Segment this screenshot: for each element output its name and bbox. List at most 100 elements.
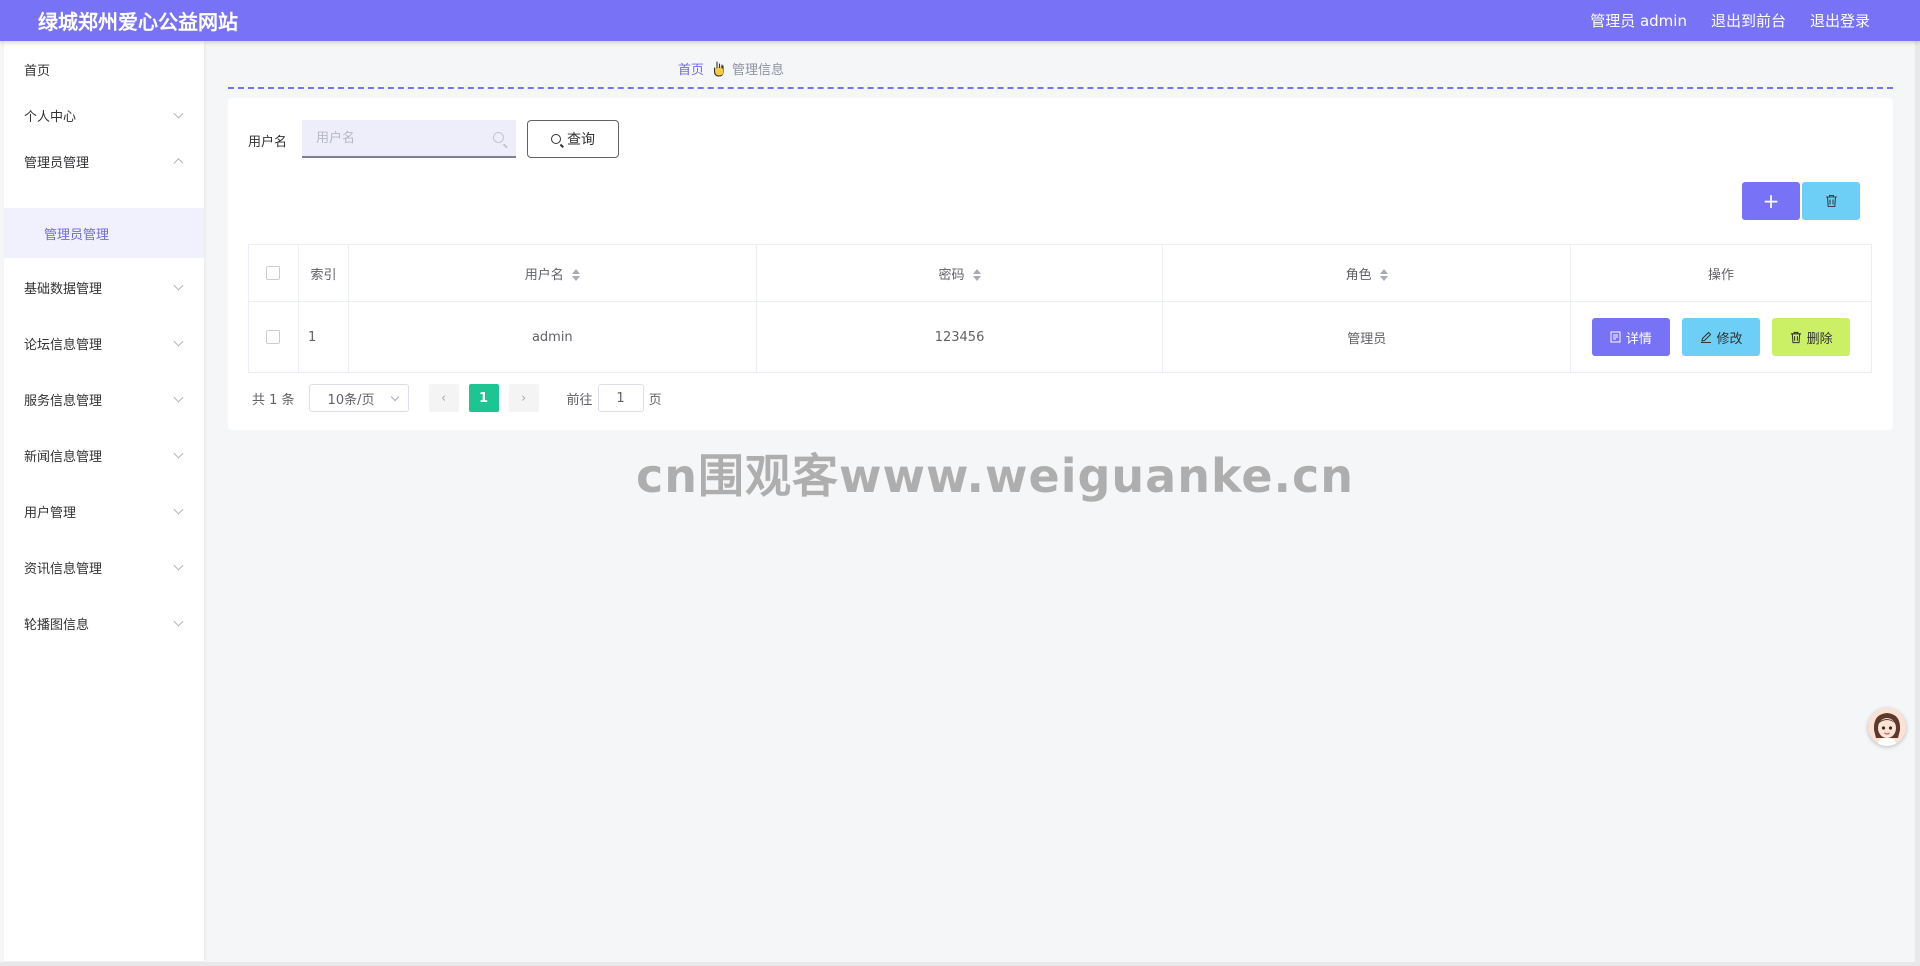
topbar-actions: 管理员 admin 退出到前台 退出登录 <box>1590 10 1870 31</box>
top-navbar: 绿城郑州爱心公益网站 管理员 admin 退出到前台 退出登录 <box>0 0 1920 41</box>
search-label: 用户名 <box>248 135 288 150</box>
breadcrumb: 首页 管理信息 <box>678 59 784 78</box>
breadcrumb-home-link[interactable]: 首页 <box>678 59 704 78</box>
edit-pencil-icon <box>1700 331 1711 343</box>
pagination-total: 共 1 条 <box>252 392 295 408</box>
sidebar-item-label: 轮播图信息 <box>24 617 90 633</box>
sidebar-item-information[interactable]: 资讯信息管理 <box>4 539 204 595</box>
edit-button-label: 修改 <box>1716 331 1743 347</box>
sidebar-subitem-label: 管理员管理 <box>44 227 110 243</box>
select-all-checkbox[interactable] <box>266 266 281 280</box>
chevron-down-icon <box>173 504 184 515</box>
table-row: 1 admin 123456 管理员 详情 修改 删除 <box>248 301 1872 373</box>
pointing-hand-icon <box>713 60 724 77</box>
column-header-role[interactable]: 角色 <box>1162 244 1572 302</box>
sidebar-item-forum[interactable]: 论坛信息管理 <box>4 315 204 371</box>
search-box <box>302 120 516 158</box>
sidebar-item-users[interactable]: 用户管理 <box>4 483 204 539</box>
sidebar-item-label: 用户管理 <box>24 505 77 521</box>
batch-delete-button[interactable] <box>1802 182 1860 220</box>
window-frame-edge <box>0 962 1920 966</box>
sidebar-item-basic-data[interactable]: 基础数据管理 <box>4 259 204 315</box>
delete-button-label: 删除 <box>1806 331 1833 347</box>
sidebar-item-label: 个人中心 <box>24 109 77 125</box>
column-header-label: 角色 <box>1345 267 1372 283</box>
sort-icon[interactable] <box>1379 269 1388 281</box>
page-size-value: 10条/页 <box>327 392 375 408</box>
chevron-down-icon <box>173 448 184 459</box>
column-header-label: 密码 <box>938 267 965 283</box>
main-panel: 用户名 查询 + 索引 用户名 <box>228 98 1893 430</box>
delete-button[interactable]: 删除 <box>1772 318 1851 356</box>
admin-user-label: 管理员 admin <box>1590 12 1687 30</box>
add-button[interactable]: + <box>1742 182 1800 220</box>
chevron-left-icon: ‹ <box>440 390 447 406</box>
page-number-button[interactable]: 1 <box>468 384 499 412</box>
chevron-down-icon <box>390 392 399 402</box>
detail-button[interactable]: 详情 <box>1591 318 1670 356</box>
plus-icon: + <box>1762 189 1780 213</box>
sidebar: 首页 个人中心 管理员管理 管理员管理 基础数据管理 论坛信息管理 服务信息管理… <box>4 41 204 961</box>
sidebar-subitem-admin-management[interactable]: 管理员管理 <box>4 208 204 258</box>
sidebar-item-label: 新闻信息管理 <box>24 449 103 465</box>
sidebar-item-news[interactable]: 新闻信息管理 <box>4 427 204 483</box>
assistant-avatar[interactable] <box>1868 708 1906 746</box>
pagination: 共 1 条 10条/页 ‹ 1 › 前往 页 <box>252 384 662 412</box>
sidebar-item-label: 管理员管理 <box>24 155 90 171</box>
sidebar-item-label: 资讯信息管理 <box>24 561 103 577</box>
edit-button[interactable]: 修改 <box>1682 318 1761 356</box>
chevron-right-icon: › <box>520 390 527 406</box>
column-header-label: 用户名 <box>524 267 564 283</box>
cell-actions: 详情 修改 删除 <box>1570 301 1872 373</box>
goto-page-input[interactable] <box>597 384 644 412</box>
row-checkbox[interactable] <box>266 330 281 344</box>
column-header-actions: 操作 <box>1570 244 1872 302</box>
cell-index: 1 <box>297 301 349 373</box>
select-all-cell <box>248 244 299 302</box>
sort-icon[interactable] <box>571 269 580 281</box>
chevron-down-icon <box>173 616 184 627</box>
sidebar-item-service[interactable]: 服务信息管理 <box>4 371 204 427</box>
exit-to-front-link[interactable]: 退出到前台 <box>1711 10 1786 31</box>
goto-suffix: 页 <box>648 392 662 408</box>
avatar-face-icon <box>1873 713 1901 746</box>
cell-password: 123456 <box>755 301 1164 373</box>
sidebar-item-carousel[interactable]: 轮播图信息 <box>4 595 204 651</box>
trash-icon <box>1825 194 1837 208</box>
document-icon <box>1610 331 1621 343</box>
detail-button-label: 详情 <box>1625 331 1652 347</box>
logout-link[interactable]: 退出登录 <box>1810 10 1870 31</box>
query-button-label: 查询 <box>567 132 595 148</box>
window-frame-edge <box>1915 41 1920 966</box>
watermark: cn围观客www.weiguanke.cn <box>636 449 1355 503</box>
column-header-password[interactable]: 密码 <box>755 244 1164 302</box>
sidebar-item-label: 基础数据管理 <box>24 281 103 297</box>
chevron-down-icon <box>173 336 184 347</box>
username-search-input[interactable] <box>302 120 488 156</box>
column-header-index: 索引 <box>297 244 349 302</box>
goto-prefix: 前往 <box>566 392 593 408</box>
sidebar-item-label: 首页 <box>24 63 51 79</box>
chevron-down-icon <box>173 392 184 403</box>
search-icon <box>493 132 504 143</box>
cell-username: admin <box>347 301 757 373</box>
trash-icon <box>1790 331 1801 343</box>
breadcrumb-divider <box>228 87 1893 89</box>
breadcrumb-current: 管理信息 <box>732 63 785 78</box>
chevron-down-icon <box>173 280 184 291</box>
chevron-up-icon <box>173 158 184 169</box>
goto-page: 前往 页 <box>567 384 662 412</box>
row-select-cell <box>248 301 299 373</box>
prev-page-button[interactable]: ‹ <box>428 384 459 412</box>
query-button[interactable]: 查询 <box>527 120 619 158</box>
chevron-down-icon <box>173 560 184 571</box>
column-header-username[interactable]: 用户名 <box>347 244 757 302</box>
page-size-select[interactable]: 10条/页 <box>308 384 409 412</box>
sidebar-item-admin-management[interactable]: 管理员管理 <box>4 133 204 189</box>
cell-role: 管理员 <box>1162 301 1572 373</box>
search-icon <box>551 134 561 144</box>
admin-table: 索引 用户名 密码 角色 操作 1 admin 123456 管理员 详情 修改… <box>248 244 1872 373</box>
sort-icon[interactable] <box>972 269 981 281</box>
next-page-button[interactable]: › <box>508 384 539 412</box>
sidebar-item-label: 服务信息管理 <box>24 393 103 409</box>
